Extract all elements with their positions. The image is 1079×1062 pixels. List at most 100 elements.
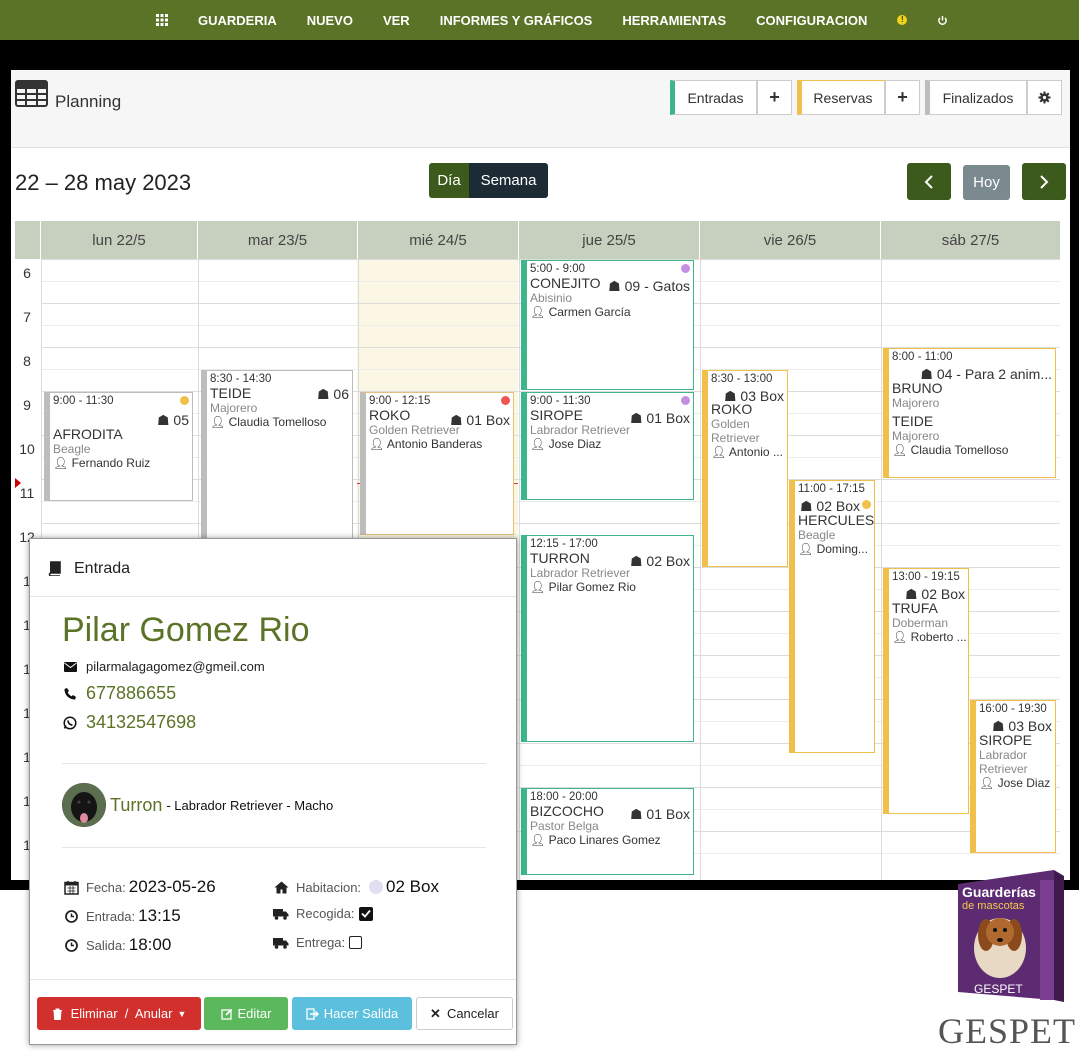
nav-ver[interactable]: VER [383, 13, 410, 28]
status-dot [862, 500, 871, 509]
add-reserva-button[interactable]: + [885, 80, 920, 115]
power-icon[interactable] [937, 15, 948, 26]
event-teide[interactable]: 8:30 - 14:30 ☗ 06 TEIDE Majorero 👤︎ Clau… [201, 370, 353, 540]
event-box: ☗ 01 Box [629, 806, 690, 822]
cancelar-button[interactable]: ✕ Cancelar [416, 997, 513, 1030]
event-afrodita[interactable]: 9:00 - 11:30 ☗ 05 AFRODITA Beagle 👤︎ Fer… [44, 392, 193, 501]
nav-nuevo[interactable]: NUEVO [307, 13, 353, 28]
event-sirope-thu[interactable]: 9:00 - 11:30 ☗ 01 Box SIROPE Labrador Re… [521, 392, 694, 500]
event-box: ☗ 02 Box [904, 586, 965, 602]
settings-button[interactable] [1027, 80, 1062, 115]
today-button[interactable]: Hoy [963, 165, 1010, 200]
sign-out-icon [306, 1007, 319, 1020]
event-trufa[interactable]: 13:00 - 19:15 ☗ 02 Box TRUFA Doberman 👤︎… [883, 568, 969, 814]
eliminar-label: Eliminar / Anular [70, 1006, 173, 1021]
day-header-sat: sáb 27/5 [881, 221, 1061, 259]
event-time: 8:30 - 14:30 [210, 373, 272, 385]
status-dot [681, 396, 690, 405]
event-owner: 👤︎ Pilar Gomez Rio [530, 580, 636, 594]
warning-icon[interactable]: ! [897, 15, 908, 25]
habitacion-label: Habitacion: [296, 879, 362, 895]
event-roko-wed[interactable]: 9:00 - 12:15 ☗ 01 Box ROKO Golden Retrie… [360, 392, 514, 535]
reservas-button[interactable]: Reservas [797, 80, 885, 115]
event-box-label: 02 Box [816, 498, 860, 514]
habitacion-row: Habitacion: 02 Box [272, 877, 439, 897]
edit-icon [220, 1008, 232, 1020]
day-header-fri: vie 26/5 [700, 221, 881, 259]
event-turron[interactable]: 12:15 - 17:00 ☗ 02 Box TURRON Labrador R… [521, 535, 694, 742]
recogida-checkbox[interactable] [358, 906, 373, 921]
event-time: 9:00 - 11:30 [53, 395, 114, 407]
gespet-wordmark: GESPET [938, 1011, 1077, 1051]
view-week-button[interactable]: Semana [469, 163, 548, 198]
event-time: 9:00 - 11:30 [530, 395, 591, 407]
apps-grid-icon[interactable] [156, 14, 168, 26]
divider [62, 847, 486, 848]
event-conejito[interactable]: 5:00 - 9:00 ☗ 09 - Gatos CONEJITO Abisin… [521, 260, 694, 390]
event-hercules[interactable]: 11:00 - 17:15 ☗ 02 Box HERCULES Beagle 👤… [789, 480, 875, 753]
event-owner: 👤︎ Paco Linares Gomez [530, 833, 661, 847]
pet-row: Turron - Labrador Retriever - Macho [62, 783, 333, 827]
nav-informes[interactable]: INFORMES Y GRÁFICOS [440, 13, 593, 28]
editar-label: Editar [237, 1006, 272, 1021]
nav-guarderia[interactable]: GUARDERIA [198, 13, 277, 28]
event-bruno-teide[interactable]: 8:00 - 11:00 ☗ 04 - Para 2 anim... BRUNO… [883, 348, 1056, 478]
pet-description: - Labrador Retriever - Macho [166, 797, 334, 813]
event-owner-label: Claudia Tomelloso [910, 443, 1009, 457]
entrega-checkbox[interactable] [349, 936, 363, 949]
day-header-wed: mié 24/5 [358, 221, 519, 259]
day-header-mon: lun 22/5 [41, 221, 198, 259]
event-owner-label: Carmen García [548, 305, 631, 319]
event-owner: 👤︎ Claudia Tomelloso [892, 443, 1009, 457]
next-week-button[interactable] [1022, 163, 1066, 200]
truck-icon [272, 937, 290, 949]
event-bizcocho[interactable]: 18:00 - 20:00 ☗ 01 Box BIZCOCHO Pastor B… [521, 788, 694, 875]
calendar-icon [62, 880, 80, 895]
event-roko-fri[interactable]: 8:30 - 13:00 ☗ 03 Box ROKO Golden Retrie… [702, 370, 788, 567]
logo-box-subtitle: de mascotas [962, 900, 1025, 912]
event-owner: 👤︎ Roberto ... [892, 630, 967, 644]
event-owner: 👤︎ Jose Diaz [979, 776, 1051, 790]
table-icon [15, 80, 48, 107]
gear-icon [1038, 91, 1051, 104]
hacer-salida-button[interactable]: Hacer Salida [292, 997, 412, 1030]
day-header-tue: mar 23/5 [198, 221, 358, 259]
hour-label: 10 [19, 441, 35, 457]
event-box: ☗ 06 [316, 386, 349, 402]
nav-configuracion[interactable]: CONFIGURACION [756, 13, 867, 28]
hour-label: 6 [23, 265, 31, 281]
event-time: 8:00 - 11:00 [892, 351, 953, 363]
email-row: pilarmalagagomez@gmeil.com [62, 659, 265, 674]
entradas-button[interactable]: Entradas [670, 80, 757, 115]
close-icon: ✕ [430, 1005, 441, 1021]
entrega-row: Entrega: [272, 935, 363, 950]
event-box-label: 01 Box [646, 410, 690, 426]
add-entrada-button[interactable]: + [757, 80, 792, 115]
editar-button[interactable]: Editar [204, 997, 288, 1030]
entrada-modal: Entrada Pilar Gomez Rio pilarmalagagomez… [29, 538, 517, 1045]
trash-icon [52, 1008, 62, 1020]
eliminar-button[interactable]: Eliminar / Anular ▼ [37, 997, 201, 1030]
hour-label: 7 [23, 309, 31, 325]
axis-header [15, 221, 41, 259]
event-owner: 👤︎ Antonio ... [711, 445, 783, 459]
event-owner: 👤︎ Claudia Tomelloso [210, 415, 327, 429]
event-breed: Retriever [979, 762, 1028, 776]
client-whatsapp[interactable]: 34132547698 [86, 712, 196, 733]
chevron-left-icon [924, 174, 933, 189]
pet-name[interactable]: Turron [110, 795, 162, 816]
nav-herramientas[interactable]: HERRAMIENTAS [622, 13, 726, 28]
event-sirope-sat[interactable]: 16:00 - 19:30 ☗ 03 Box SIROPE Labrador R… [970, 700, 1056, 853]
client-phone[interactable]: 677886655 [86, 683, 176, 704]
status-dot [180, 396, 189, 405]
view-day-button[interactable]: Día [429, 163, 469, 198]
event-breed: Golden [711, 417, 750, 431]
chevron-right-icon [1040, 174, 1049, 189]
room-color-dot [369, 880, 384, 894]
client-email[interactable]: pilarmalagagomez@gmeil.com [86, 659, 265, 674]
prev-week-button[interactable] [907, 163, 951, 200]
finalizados-button[interactable]: Finalizados [925, 80, 1027, 115]
event-owner-label: Paco Linares Gomez [548, 833, 661, 847]
status-dot [501, 396, 510, 405]
hour-label: 8 [23, 353, 31, 369]
